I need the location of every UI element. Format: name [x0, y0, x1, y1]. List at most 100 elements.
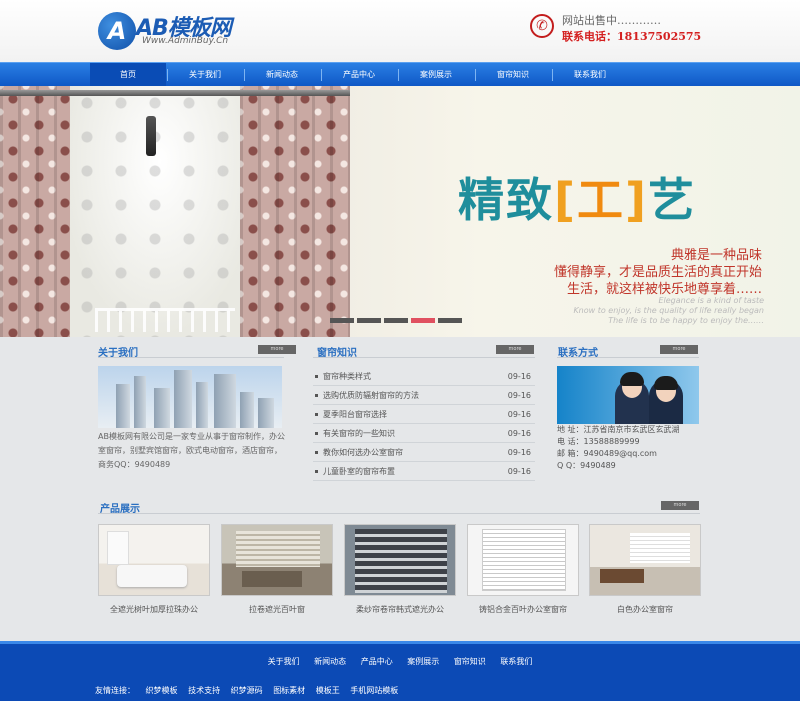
footer-link-products[interactable]: 产品中心	[361, 657, 393, 666]
venetian-blind-shape	[482, 529, 566, 591]
news-item[interactable]: 有关窗帘的一些知识 09-16	[313, 424, 535, 443]
phone-icon: ✆	[530, 14, 554, 38]
news-item-title[interactable]: 夏季阳台窗帘选择	[323, 405, 387, 424]
friend-link[interactable]: 模板王	[316, 686, 340, 695]
slider-dot-active[interactable]	[411, 318, 435, 323]
about-image[interactable]	[98, 366, 282, 428]
building	[240, 392, 254, 428]
product-card[interactable]: 铸铝合金百叶办公室窗帘	[467, 524, 579, 615]
nav-knowledge[interactable]: 窗帘知识	[475, 63, 551, 87]
contact-rule	[557, 357, 699, 358]
friend-link[interactable]: 技术支持	[188, 686, 220, 695]
logo-icon: A	[98, 12, 136, 50]
product-name[interactable]: 铸铝合金百叶办公室窗帘	[467, 604, 579, 615]
blind-shape	[236, 531, 320, 567]
banner-slogan-3: 生活，就这样被快乐地尊享着……	[566, 282, 762, 297]
product-name[interactable]: 柔纱帘卷帘韩式遮光办公	[344, 604, 456, 615]
header-contact: ✆ 网站出售中………… 联系电话：18137502575	[530, 10, 770, 46]
news-item-date: 09-16	[507, 372, 531, 381]
site-logo[interactable]: A AB模板网 Www.AdminBuy.Cn	[98, 10, 268, 50]
building	[214, 374, 236, 428]
tel-text: 联系电话：18137502575	[562, 30, 702, 43]
nav-about[interactable]: 关于我们	[167, 63, 243, 87]
building	[196, 382, 208, 428]
contact-image	[557, 366, 699, 424]
news-list: 窗帘种类样式 09-16 选购优质防辐射窗帘的方法 09-16 夏季阳台窗帘选择 09…	[313, 367, 535, 481]
slider-dot[interactable]	[438, 318, 462, 323]
friend-link[interactable]: 织梦源码	[231, 686, 263, 695]
product-name[interactable]: 白色办公室窗帘	[589, 604, 701, 615]
banner-balcony	[95, 308, 235, 332]
zebra-blind-shape	[355, 529, 447, 593]
news-item-date: 09-16	[507, 410, 531, 419]
bullet-icon	[315, 470, 318, 473]
product-image[interactable]	[344, 524, 456, 596]
news-item[interactable]: 选购优质防辐射窗帘的方法 09-16	[313, 386, 535, 405]
news-item-title[interactable]: 窗帘种类样式	[323, 367, 371, 386]
nav-products[interactable]: 产品中心	[321, 63, 397, 87]
building	[134, 376, 146, 428]
nav-contact[interactable]: 联系我们	[552, 63, 628, 87]
friend-link[interactable]: 织梦模板	[146, 686, 178, 695]
product-image[interactable]	[589, 524, 701, 596]
main-nav: 首页 关于我们 新闻动态 产品中心 案例展示 窗帘知识 联系我们	[0, 62, 800, 87]
window-shape	[107, 531, 129, 565]
contact-more-button[interactable]: more	[660, 345, 698, 354]
product-name[interactable]: 拉卷遮光百叶窗	[221, 604, 333, 615]
news-item-title[interactable]: 选购优质防辐射窗帘的方法	[323, 386, 419, 405]
slider-dot[interactable]	[357, 318, 381, 323]
bullet-icon	[315, 451, 318, 454]
headline-part: 精致	[458, 173, 554, 227]
product-name[interactable]: 全遮光树叶加厚拉珠办公	[98, 604, 210, 615]
about-more-button[interactable]: more	[258, 345, 296, 354]
news-item[interactable]: 窗帘种类样式 09-16	[313, 367, 535, 386]
banner-curtain-fold	[0, 86, 70, 337]
news-item[interactable]: 儿童卧室的窗帘布置 09-16	[313, 462, 535, 481]
banner-tassel	[146, 116, 156, 156]
news-more-button[interactable]: more	[496, 345, 534, 354]
slider-dot[interactable]	[384, 318, 408, 323]
news-item-title[interactable]: 教你如何选办公室窗帘	[323, 443, 403, 462]
person-hair	[654, 376, 678, 390]
footer-link-cases[interactable]: 案例展示	[407, 657, 439, 666]
products-rule	[98, 513, 700, 514]
sofa-shape	[242, 571, 302, 587]
nav-home[interactable]: 首页	[90, 63, 166, 87]
footer-link-contact[interactable]: 联系我们	[500, 657, 532, 666]
news-item-title[interactable]: 有关窗帘的一些知识	[323, 424, 395, 443]
footer-link-about[interactable]: 关于我们	[268, 657, 300, 666]
sale-text: 网站出售中…………	[562, 14, 661, 27]
footer-link-knowledge[interactable]: 窗帘知识	[454, 657, 486, 666]
slider-dot[interactable]	[330, 318, 354, 323]
headline-part: 工	[577, 173, 626, 227]
about-rule	[98, 357, 284, 358]
nav-cases[interactable]: 案例展示	[398, 63, 474, 87]
friend-link[interactable]: 手机网站模板	[350, 686, 398, 695]
nav-news[interactable]: 新闻动态	[244, 63, 320, 87]
banner-curtain-fold	[240, 86, 350, 337]
product-card[interactable]: 白色办公室窗帘	[589, 524, 701, 615]
product-card[interactable]: 全遮光树叶加厚拉珠办公	[98, 524, 210, 615]
banner-english-3: The life is to be happy to enjoy the……	[608, 316, 764, 325]
product-card[interactable]: 拉卷遮光百叶窗	[221, 524, 333, 615]
bullet-icon	[315, 413, 318, 416]
product-image[interactable]	[221, 524, 333, 596]
banner-english-2: Know to enjoy, is the quality of life re…	[573, 306, 764, 315]
product-card[interactable]: 柔纱帘卷帘韩式遮光办公	[344, 524, 456, 615]
headline-part: 艺	[648, 173, 697, 227]
banner-sheer-curtain	[70, 86, 250, 337]
hero-banner[interactable]: 精致[工]艺 典雅是一种品味 懂得静享，才是品质生活的真正开始 生活，就这样被快…	[0, 86, 800, 337]
product-image[interactable]	[467, 524, 579, 596]
news-item[interactable]: 夏季阳台窗帘选择 09-16	[313, 405, 535, 424]
news-item[interactable]: 教你如何选办公室窗帘 09-16	[313, 443, 535, 462]
news-item-date: 09-16	[507, 391, 531, 400]
friend-link[interactable]: 图标素材	[273, 686, 305, 695]
bullet-icon	[315, 394, 318, 397]
news-item-title[interactable]: 儿童卧室的窗帘布置	[323, 462, 395, 481]
footer-link-news[interactable]: 新闻动态	[314, 657, 346, 666]
products-more-button[interactable]: more	[661, 501, 699, 510]
logo-url: Www.AdminBuy.Cn	[142, 36, 229, 46]
person-hair	[620, 372, 644, 386]
bullet-icon	[315, 375, 318, 378]
product-image[interactable]	[98, 524, 210, 596]
